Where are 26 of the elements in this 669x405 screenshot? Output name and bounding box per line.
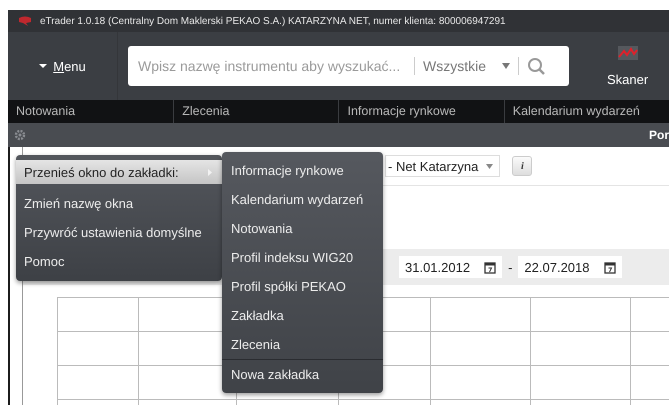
menu-item[interactable]: Kalendarium wydarzeń bbox=[222, 185, 383, 214]
account-dropdown[interactable]: - Net Katarzyna bbox=[385, 155, 500, 177]
date-separator: - bbox=[508, 260, 512, 274]
filter-label: Wszystkie bbox=[423, 58, 486, 74]
menu-item[interactable]: Notowania bbox=[222, 214, 383, 243]
menu-item[interactable]: Profil indeksu WIG20 bbox=[222, 243, 383, 272]
menu-item[interactable]: Nowa zakładka bbox=[222, 359, 383, 389]
menu-item[interactable]: Zakładka bbox=[222, 301, 383, 330]
date-field[interactable]: 31.01.2012 bbox=[399, 256, 502, 278]
menu-item[interactable]: Zlecenia bbox=[222, 330, 383, 359]
menu-item[interactable]: Informacje rynkowe bbox=[222, 156, 383, 185]
menu-item[interactable]: Zmień nazwę okna bbox=[16, 189, 222, 218]
window-title: eTrader 1.0.18 (Centralny Dom Maklerski PEKAO S.A.) KATARZYNA NET, numer klienta: 800006947291 bbox=[40, 16, 506, 26]
menu-item[interactable]: Przywróć ustawienia domyślne bbox=[16, 218, 222, 247]
filter-dropdown[interactable]: Wszystkie bbox=[414, 57, 519, 75]
account-label: - Net Katarzyna bbox=[388, 158, 478, 174]
menu-item[interactable]: Przenieś okno do zakładki: bbox=[16, 160, 222, 184]
tab[interactable]: Notowania bbox=[8, 100, 174, 123]
panel-title: Por bbox=[648, 128, 669, 142]
menu-item[interactable]: Profil spółki PEKAO bbox=[222, 272, 383, 301]
menu-item[interactable]: Pomoc bbox=[16, 247, 222, 276]
date-value: 31.01.2012 bbox=[405, 260, 470, 274]
info-button[interactable]: i bbox=[512, 156, 532, 176]
date-value: 22.07.2018 bbox=[524, 260, 590, 274]
date-field[interactable]: 22.07.2018 bbox=[518, 256, 622, 278]
scanner-button[interactable]: Skaner bbox=[607, 46, 648, 86]
